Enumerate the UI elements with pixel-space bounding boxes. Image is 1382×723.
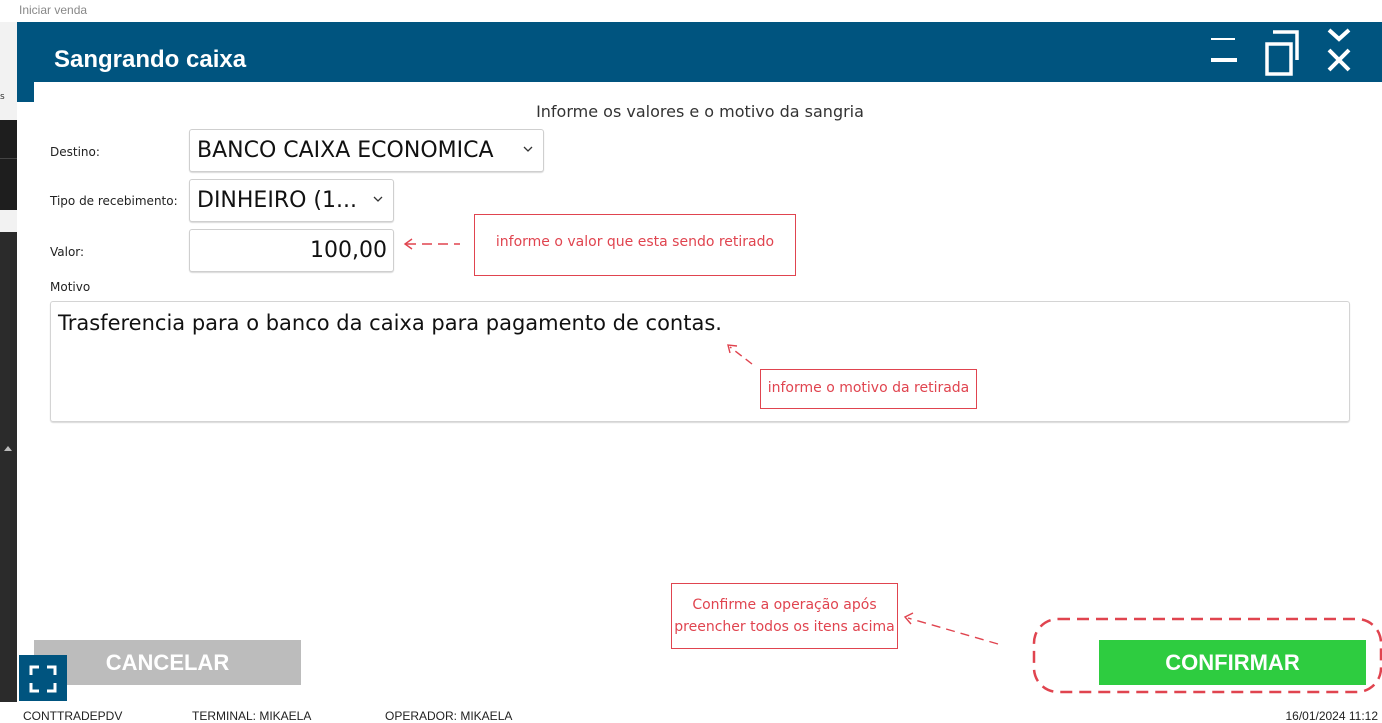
- dialog-title: Sangrando caixa: [54, 46, 247, 73]
- status-app: CONTTRADEPDV: [23, 709, 123, 723]
- restore-button[interactable]: [1263, 24, 1303, 76]
- background-window-titlebar: Iniciar venda: [0, 0, 1382, 22]
- dialog-header: Sangrando caixa: [17, 22, 1382, 102]
- destino-value: BANCO CAIXA ECONOMICA: [197, 138, 494, 163]
- fullscreen-icon: [29, 665, 57, 693]
- chevron-down-icon: [523, 146, 533, 152]
- tipo-recebimento-value: DINHEIRO (1...: [197, 188, 357, 213]
- chevron-down-icon: [373, 196, 383, 202]
- motivo-textarea[interactable]: Trasferencia para o banco da caixa para …: [50, 301, 1350, 422]
- valor-value: 100,00: [310, 238, 387, 263]
- cancel-button[interactable]: CANCELAR: [34, 640, 301, 685]
- minimize-icon: [1211, 38, 1237, 62]
- destino-select[interactable]: BANCO CAIXA ECONOMICA: [189, 129, 544, 172]
- status-terminal: TERMINAL: MIKAELA: [192, 709, 312, 723]
- motivo-label: Motivo: [50, 280, 91, 294]
- scroll-up-icon[interactable]: [4, 446, 12, 451]
- valor-label: Valor:: [50, 245, 85, 259]
- status-bar: CONTTRADEPDV TERMINAL: MIKAELA OPERADOR:…: [0, 702, 1382, 723]
- background-left-strip: s: [0, 22, 17, 702]
- tipo-recebimento-label: Tipo de recebimento:: [50, 194, 178, 208]
- tipo-recebimento-select[interactable]: DINHEIRO (1...: [189, 179, 394, 222]
- background-window-title: Iniciar venda: [19, 3, 88, 17]
- minimize-button[interactable]: [1207, 36, 1241, 66]
- restore-icon: [1265, 30, 1299, 76]
- confirm-annotation: Confirme a operação após preencher todos…: [671, 583, 898, 649]
- instruction-text: Informe os valores e o motivo da sangria: [536, 102, 864, 121]
- close-button[interactable]: [1323, 26, 1357, 74]
- valor-input[interactable]: 100,00: [189, 229, 394, 272]
- motivo-value: Trasferencia para o banco da caixa para …: [58, 311, 722, 335]
- motivo-annotation: informe o motivo da retirada: [760, 369, 977, 409]
- status-operador: OPERADOR: MIKAELA: [385, 709, 513, 723]
- fullscreen-button[interactable]: [19, 655, 67, 701]
- destino-label: Destino:: [50, 145, 100, 159]
- confirm-button[interactable]: CONFIRMAR: [1099, 640, 1366, 685]
- valor-annotation: informe o valor que esta sendo retirado: [474, 214, 796, 276]
- status-datetime: 16/01/2024 11:12: [1285, 709, 1378, 723]
- close-icon: [1327, 28, 1351, 72]
